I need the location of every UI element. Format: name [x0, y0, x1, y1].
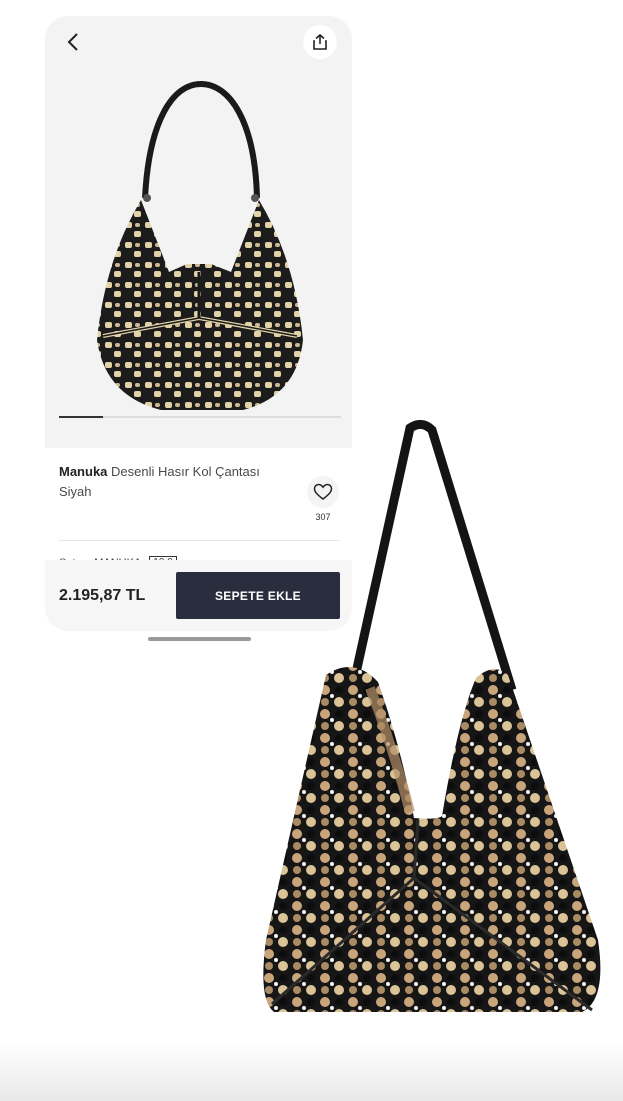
gallery-progress-active — [59, 416, 103, 418]
gallery-progress — [59, 416, 341, 418]
product-title: Manuka Desenli Hasır Kol Çantası Siyah — [59, 462, 289, 502]
back-chevron-icon — [67, 33, 78, 51]
back-button[interactable] — [59, 28, 87, 56]
bottom-fade — [0, 1040, 623, 1101]
share-icon — [313, 33, 327, 50]
product-gallery[interactable] — [45, 16, 352, 448]
share-button[interactable] — [303, 25, 337, 59]
price: 2.195,87 TL — [59, 587, 146, 604]
product-image — [97, 80, 303, 410]
bag-photo — [263, 420, 601, 1012]
home-indicator — [148, 637, 251, 641]
product-brand[interactable]: Manuka — [59, 464, 107, 479]
